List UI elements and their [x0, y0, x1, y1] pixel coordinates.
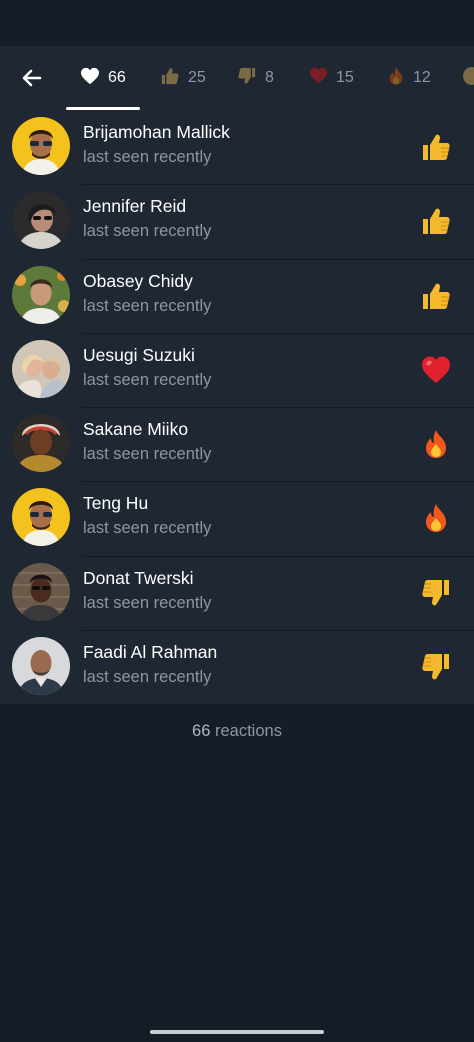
thumbs-up-icon	[420, 280, 452, 312]
list-item[interactable]: Sakane Miiko last seen recently	[0, 407, 474, 482]
thumbs-up-icon	[420, 205, 452, 237]
red-heart-icon	[420, 354, 452, 386]
tab-count: 12	[413, 69, 431, 86]
tab-count: 66	[108, 69, 126, 86]
avatar	[12, 265, 70, 324]
list-item[interactable]: Donat Twerski last seen recently	[0, 555, 474, 631]
heart-icon	[80, 67, 100, 90]
status-bar	[0, 0, 474, 46]
avatar	[12, 117, 70, 175]
user-name: Faadi Al Rahman	[83, 642, 218, 663]
user-name: Sakane Miiko	[83, 419, 189, 440]
home-indicator[interactable]	[150, 1030, 324, 1034]
list-item[interactable]: Uesugi Suzuki last seen recently	[0, 332, 474, 408]
reactions-total: 66 reactions	[0, 722, 474, 741]
avatar	[12, 339, 70, 398]
user-status: last seen recently	[83, 222, 212, 241]
reactions-count: 66	[192, 722, 211, 740]
user-name: Obasey Chidy	[83, 270, 193, 291]
user-name: Jennifer Reid	[83, 196, 187, 217]
user-status: last seen recently	[83, 593, 212, 612]
fire-icon	[420, 428, 452, 460]
list-item[interactable]: Brijamohan Mallick last seen recently	[0, 110, 474, 185]
tab-count: 15	[336, 69, 354, 86]
list-item[interactable]: Obasey Chidy last seen recently	[0, 258, 474, 333]
emoji-icon	[462, 66, 474, 91]
user-name: Brijamohan Mallick	[83, 122, 230, 142]
user-name: Donat Twerski	[83, 567, 194, 588]
back-arrow-icon[interactable]	[18, 64, 46, 92]
tab-all-reactions[interactable]: 66	[80, 46, 126, 110]
thumbs-up-icon	[420, 131, 452, 163]
tab-more[interactable]	[462, 46, 474, 110]
reaction-list: Brijamohan Mallick last seen recently Je…	[0, 110, 474, 705]
fire-icon	[387, 66, 405, 91]
user-name: Teng Hu	[83, 493, 149, 514]
user-status: last seen recently	[83, 370, 212, 389]
red-heart-icon	[309, 67, 328, 89]
user-status: last seen recently	[83, 519, 212, 538]
list-item[interactable]: Jennifer Reid last seen recently	[0, 184, 474, 259]
user-name: Uesugi Suzuki	[83, 344, 195, 365]
thumbs-up-icon	[160, 66, 180, 91]
reaction-tab-bar: 66 25 8 15 12	[0, 46, 474, 110]
tab-thumbs-up[interactable]: 25	[160, 46, 206, 110]
tab-count: 8	[265, 69, 274, 86]
user-status: last seen recently	[83, 296, 212, 315]
list-item[interactable]: Teng Hu last seen recently	[0, 481, 474, 556]
tab-thumbs-down[interactable]: 8	[237, 46, 274, 110]
avatar	[12, 191, 70, 250]
user-status: last seen recently	[83, 668, 212, 687]
tab-count: 25	[188, 69, 206, 86]
avatar	[12, 414, 70, 473]
user-status: last seen recently	[83, 148, 212, 166]
tab-red-heart[interactable]: 15	[309, 46, 354, 110]
tab-fire[interactable]: 12	[387, 46, 431, 110]
thumbs-down-icon	[420, 651, 452, 683]
thumbs-down-icon	[237, 66, 257, 91]
avatar	[12, 637, 70, 696]
user-status: last seen recently	[83, 445, 212, 464]
fire-icon	[420, 502, 452, 534]
thumbs-down-icon	[420, 577, 452, 609]
avatar	[12, 562, 70, 621]
reactions-label: reactions	[215, 722, 282, 740]
list-item[interactable]: Faadi Al Rahman last seen recently	[0, 630, 474, 705]
avatar	[12, 488, 70, 547]
